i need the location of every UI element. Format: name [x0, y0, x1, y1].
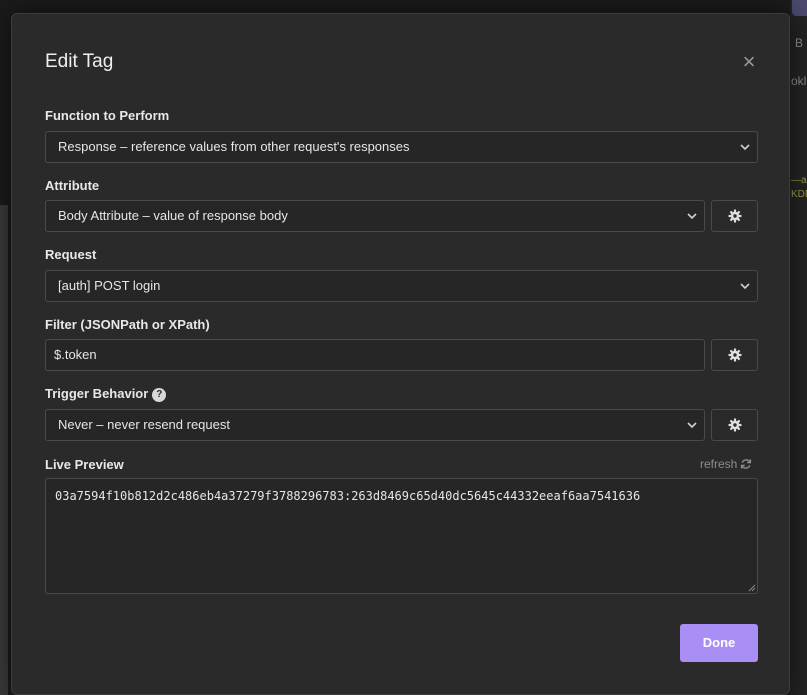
edit-tag-dialog: Edit Tag × Function to Perform Response …: [11, 13, 790, 695]
trigger-selected: Never – never resend request: [58, 417, 230, 432]
function-selected: Response – reference values from other r…: [58, 139, 410, 154]
trigger-select[interactable]: Never – never resend request: [45, 409, 705, 441]
request-label: Request: [45, 247, 97, 262]
filter-input[interactable]: $.token: [45, 339, 705, 371]
refresh-link[interactable]: refresh: [700, 457, 752, 471]
gear-icon: [728, 348, 742, 362]
trigger-label: Trigger Behavior?: [45, 386, 167, 402]
attribute-settings-button[interactable]: [711, 200, 758, 232]
refresh-label: refresh: [700, 457, 738, 471]
background-chip: [792, 0, 807, 16]
help-icon[interactable]: ?: [152, 388, 167, 402]
function-select[interactable]: Response – reference values from other r…: [45, 131, 758, 163]
background-text: —a5: [791, 175, 807, 186]
resize-handle-icon[interactable]: [747, 583, 756, 592]
refresh-icon: [741, 459, 752, 469]
gear-icon: [728, 209, 742, 223]
chevron-down-icon: [687, 213, 697, 220]
function-label: Function to Perform: [45, 108, 170, 123]
trigger-settings-button[interactable]: [711, 409, 758, 441]
attribute-label: Attribute: [45, 178, 100, 193]
done-button[interactable]: Done: [680, 624, 758, 662]
background-text: KDD: [791, 189, 807, 200]
gear-icon: [728, 418, 742, 432]
attribute-selected: Body Attribute – value of response body: [58, 208, 288, 223]
live-preview-textarea[interactable]: 03a7594f10b812d2c486eb4a37279f3788296783…: [45, 478, 758, 594]
background-text: B: [795, 36, 804, 50]
chevron-down-icon: [740, 283, 750, 290]
background-panel-edge: [0, 205, 8, 695]
chevron-down-icon: [687, 422, 697, 429]
background-text: okli: [791, 74, 807, 88]
trigger-label-text: Trigger Behavior: [45, 386, 149, 401]
request-selected: [auth] POST login: [58, 278, 161, 293]
chevron-down-icon: [740, 144, 750, 151]
filter-label: Filter (JSONPath or XPath): [45, 317, 210, 332]
background-right-column: [790, 0, 807, 695]
request-select[interactable]: [auth] POST login: [45, 270, 758, 302]
live-preview-value: 03a7594f10b812d2c486eb4a37279f3788296783…: [55, 489, 641, 503]
attribute-select[interactable]: Body Attribute – value of response body: [45, 200, 705, 232]
close-icon[interactable]: ×: [738, 51, 760, 74]
live-preview-label: Live Preview: [45, 457, 124, 472]
dialog-title: Edit Tag: [45, 51, 114, 72]
filter-settings-button[interactable]: [711, 339, 758, 371]
